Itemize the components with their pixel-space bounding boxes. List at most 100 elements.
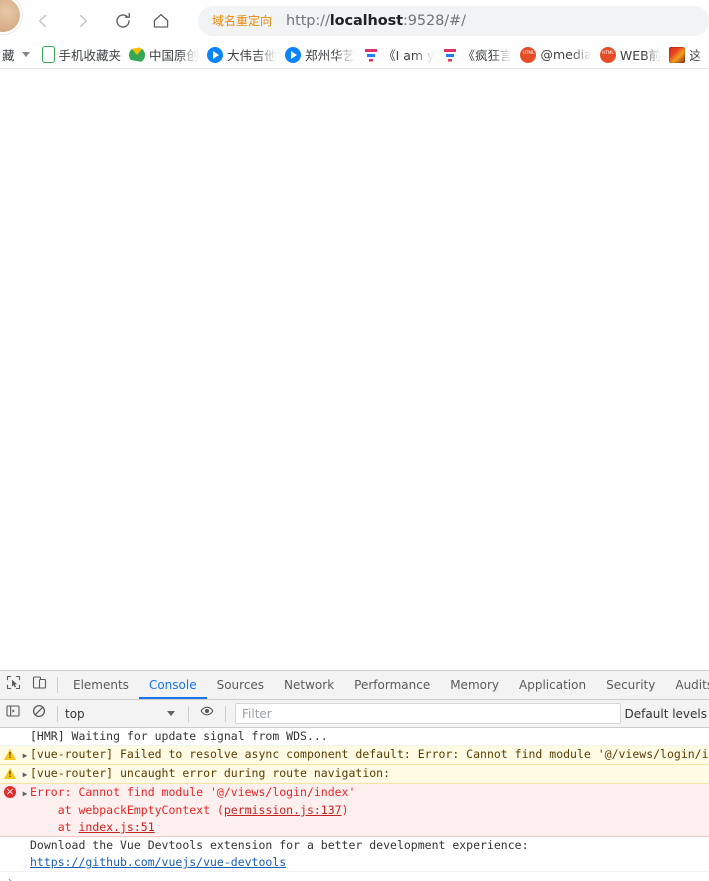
expand-arrow-icon[interactable]: ▶ bbox=[20, 766, 30, 782]
tab-application[interactable]: Application bbox=[509, 672, 596, 699]
bookmark-item-mobile-favorites[interactable]: 手机收藏夹 bbox=[36, 44, 126, 66]
bookmarks-bar: 藏 手机收藏夹 中国原创 大伟吉他 郑州华艺 《I am y 《疯狂言 @med… bbox=[0, 41, 709, 69]
expand-arrow-placeholder bbox=[20, 838, 30, 840]
back-button[interactable] bbox=[26, 4, 60, 38]
console-stack-frame-1: at webpackEmptyContext (permission.js:13… bbox=[0, 802, 709, 819]
bookmark-label: 郑州华艺 bbox=[305, 48, 356, 63]
bookmark-item-media[interactable]: @media bbox=[516, 44, 595, 66]
chevron-down-icon bbox=[167, 711, 175, 716]
tab-audits[interactable]: Audits bbox=[665, 672, 709, 699]
expand-arrow-placeholder bbox=[20, 855, 30, 857]
expand-arrow-placeholder bbox=[20, 729, 30, 731]
bookmark-label: @media bbox=[540, 47, 592, 62]
redirect-badge: 域名重定向 bbox=[212, 14, 273, 28]
home-button[interactable] bbox=[144, 4, 178, 38]
message-level-gutter bbox=[0, 785, 20, 798]
tab-memory[interactable]: Memory bbox=[440, 672, 509, 699]
source-link-index-js[interactable]: index.js:51 bbox=[78, 820, 154, 834]
tab-sources[interactable]: Sources bbox=[207, 672, 274, 699]
vue-devtools-link[interactable]: https://github.com/vuejs/vue-devtools bbox=[30, 855, 286, 869]
juejin-icon bbox=[363, 46, 380, 63]
console-sidebar-button[interactable] bbox=[0, 701, 26, 727]
log-levels-select[interactable]: Default levels bbox=[625, 707, 709, 721]
device-toolbar-icon bbox=[32, 675, 47, 695]
stack-prefix: at webpackEmptyContext ( bbox=[30, 803, 224, 817]
browser-toolbar: 域名重定向 http://localhost:9528/#/ bbox=[0, 0, 709, 41]
stack-prefix: at bbox=[30, 820, 79, 834]
address-bar[interactable]: 域名重定向 http://localhost:9528/#/ bbox=[198, 5, 709, 36]
console-message-warning-navigation[interactable]: ▶ [vue-router] uncaught error during rou… bbox=[0, 765, 709, 784]
clear-console-button[interactable] bbox=[26, 701, 52, 727]
tab-performance[interactable]: Performance bbox=[344, 672, 440, 699]
stack-suffix: ) bbox=[341, 803, 349, 817]
juejin-icon bbox=[442, 46, 459, 63]
console-message-list[interactable]: [HMR] Waiting for update signal from WDS… bbox=[0, 728, 709, 881]
tab-security[interactable]: Security bbox=[596, 672, 665, 699]
console-message-text: [vue-router] uncaught error during route… bbox=[30, 766, 391, 780]
tab-console[interactable]: Console bbox=[139, 672, 207, 699]
console-message-text: Download the Vue Devtools extension for … bbox=[30, 838, 529, 852]
forward-arrow-icon bbox=[74, 12, 92, 30]
message-level-gutter bbox=[0, 803, 20, 804]
bookmark-label: 中国原创 bbox=[149, 48, 200, 63]
live-expression-button[interactable] bbox=[194, 701, 220, 727]
bookmark-label: 手机收藏夹 bbox=[58, 48, 122, 63]
reload-icon bbox=[113, 11, 133, 31]
bookmark-item-dawei-guitar[interactable]: 大伟吉他 bbox=[203, 44, 281, 66]
bookmark-label: 大伟吉他 bbox=[227, 48, 278, 63]
chevron-down-icon bbox=[21, 52, 30, 57]
console-message-error[interactable]: ▶ Error: Cannot find module '@/views/log… bbox=[0, 784, 709, 802]
forward-button[interactable] bbox=[66, 4, 100, 38]
console-message-devtools-hint[interactable]: Download the Vue Devtools extension for … bbox=[0, 837, 709, 854]
tab-network[interactable]: Network bbox=[274, 672, 344, 699]
bookmark-label: 《I am y bbox=[383, 48, 435, 63]
message-level-gutter bbox=[0, 820, 20, 821]
toolbar-divider bbox=[57, 677, 58, 693]
bookmark-label: 藏 bbox=[2, 48, 15, 63]
device-toolbar-button[interactable] bbox=[26, 672, 52, 698]
bookmark-label: 《疯狂言 bbox=[462, 48, 513, 63]
error-icon bbox=[4, 785, 16, 798]
back-arrow-icon bbox=[34, 12, 52, 30]
message-level-gutter bbox=[0, 766, 20, 780]
url-host: localhost bbox=[329, 12, 403, 29]
bookmark-overflow-folder[interactable]: 藏 bbox=[0, 44, 36, 66]
bookmark-item-china-original[interactable]: 中国原创 bbox=[125, 44, 203, 66]
bookmark-item-zhe[interactable]: 这 bbox=[665, 44, 706, 66]
warning-icon bbox=[3, 748, 17, 761]
bookmark-label: 这 bbox=[689, 48, 702, 63]
filterbar-divider-3 bbox=[225, 705, 226, 722]
devtools-panel: Elements Console Sources Network Perform… bbox=[0, 670, 709, 881]
bookmark-item-i-am-y[interactable]: 《I am y bbox=[359, 44, 438, 66]
expand-arrow-placeholder bbox=[20, 803, 30, 805]
console-message-warning-resolve[interactable]: ▶ [vue-router] Failed to resolve async c… bbox=[0, 746, 709, 765]
console-message-hmr[interactable]: [HMR] Waiting for update signal from WDS… bbox=[0, 728, 709, 746]
html5-icon bbox=[520, 46, 537, 63]
execution-context-select[interactable]: top bbox=[65, 707, 183, 721]
tab-elements[interactable]: Elements bbox=[63, 672, 139, 699]
console-filter-input[interactable]: Filter bbox=[235, 703, 621, 724]
expand-arrow-icon[interactable]: ▶ bbox=[20, 747, 30, 763]
reload-button[interactable] bbox=[106, 4, 140, 38]
bookmark-item-fengkuang[interactable]: 《疯狂言 bbox=[438, 44, 516, 66]
expand-arrow-icon[interactable]: ▶ bbox=[20, 785, 30, 801]
console-filter-placeholder: Filter bbox=[242, 706, 272, 721]
page-viewport bbox=[0, 69, 709, 670]
inspect-element-button[interactable] bbox=[0, 672, 26, 698]
console-message-devtools-link[interactable]: https://github.com/vuejs/vue-devtools bbox=[0, 854, 709, 872]
message-level-gutter bbox=[0, 855, 20, 856]
avatar[interactable] bbox=[0, 0, 22, 34]
warning-icon bbox=[3, 767, 17, 780]
bookmark-item-web-frontend[interactable]: WEB前 bbox=[596, 44, 665, 66]
source-link-permission-js[interactable]: permission.js:137 bbox=[224, 803, 342, 817]
bookmark-label: WEB前 bbox=[619, 48, 662, 63]
html5-icon bbox=[599, 46, 616, 63]
execution-context-value: top bbox=[65, 706, 85, 721]
message-level-gutter bbox=[0, 729, 20, 730]
live-expression-icon bbox=[200, 704, 214, 723]
message-level-gutter bbox=[0, 747, 20, 761]
bookmark-item-zhengzhou-huayi[interactable]: 郑州华艺 bbox=[281, 44, 359, 66]
green-play-icon bbox=[129, 46, 146, 63]
url-text: http://localhost:9528/#/ bbox=[286, 12, 466, 29]
console-stack-frame-2: at index.js:51 bbox=[0, 819, 709, 837]
